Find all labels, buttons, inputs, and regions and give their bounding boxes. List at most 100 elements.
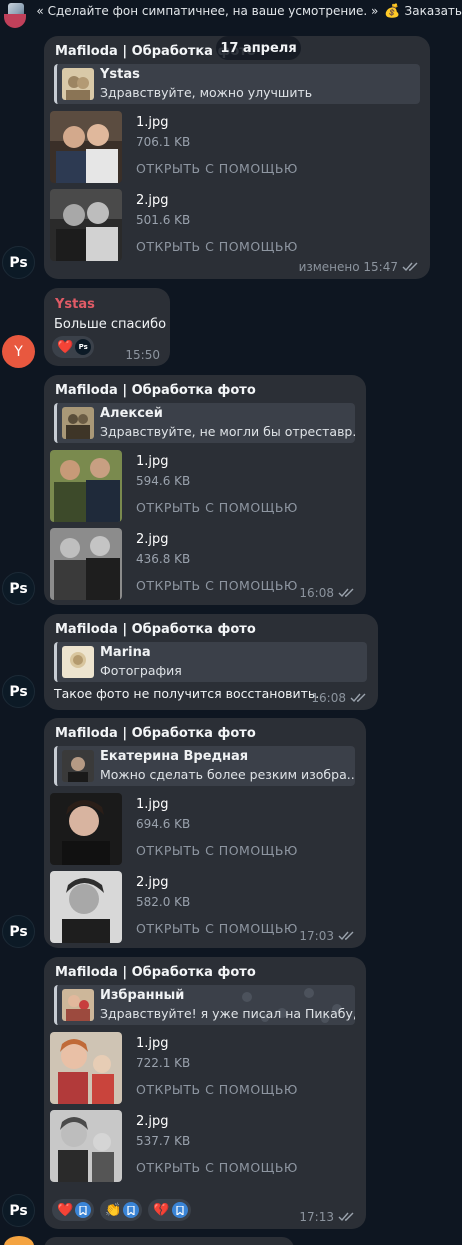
avatar[interactable]: Ps [2, 246, 35, 279]
bookmark-icon [75, 1202, 92, 1218]
file-name: 2.jpg [136, 532, 169, 547]
open-with-button[interactable]: ОТКРЫТЬ С ПОМОЩЬЮ [136, 239, 298, 254]
double-check-icon [338, 588, 354, 598]
bookmark-icon [123, 1202, 140, 1218]
file-thumbnail[interactable] [50, 871, 122, 943]
file-attachment[interactable]: 1.jpg 706.1 KB ОТКРЫТЬ С ПОМОЩЬЮ [50, 111, 350, 183]
avatar[interactable]: Ps [2, 915, 35, 948]
file-size: 706.1 KB [136, 135, 191, 149]
message-bubble[interactable]: Ystas Больше спасибо ❤️ Ps 15:50 [44, 288, 170, 366]
message-text: Такое фото не получится восстановить. [54, 686, 320, 701]
reaction-broken-heart[interactable]: 💔 [148, 1199, 191, 1221]
message-bubble[interactable]: Mafiloda | Обработка фото Екатерина Вред… [44, 718, 366, 948]
file-thumbnail[interactable] [50, 450, 122, 522]
date-separator: 17 апреля [216, 36, 301, 60]
quote-thumbnail [62, 989, 94, 1021]
file-thumbnail[interactable] [50, 1110, 122, 1182]
reply-quote[interactable]: Екатерина Вредная Можно сделать более ре… [54, 746, 355, 786]
avatar[interactable]: Ps [2, 1194, 35, 1227]
message-time: 16:08 [299, 586, 334, 600]
file-size: 436.8 KB [136, 552, 191, 566]
message-time: изменено 15:47 [298, 260, 398, 274]
reaction-heart[interactable]: ❤️ [52, 1199, 95, 1221]
sender-name[interactable]: Ystas [55, 297, 95, 312]
file-thumbnail[interactable] [50, 528, 122, 600]
reactions: ❤️ Ps [52, 336, 95, 358]
bookmark-icon [171, 1202, 188, 1218]
open-with-button[interactable]: ОТКРЫТЬ С ПОМОЩЬЮ [136, 578, 298, 593]
reactor-avatar: Ps [75, 339, 92, 355]
sender-name[interactable]: Mafiloda | Обработка фото [55, 726, 256, 741]
quote-text: Здравствуйте! я уже писал на Пикабу, ... [100, 1006, 355, 1021]
open-with-button[interactable]: ОТКРЫТЬ С ПОМОЩЬЮ [136, 921, 298, 936]
reply-quote[interactable]: Избранный Здравствуйте! я уже писал на П… [54, 985, 355, 1025]
file-attachment[interactable]: 2.jpg 501.6 KB ОТКРЫТЬ С ПОМОЩЬЮ [50, 189, 350, 261]
file-name: 2.jpg [136, 193, 169, 208]
message-text: Больше спасибо [54, 317, 167, 332]
reply-quote[interactable]: Marina Фотография [54, 642, 367, 682]
message-meta: изменено 15:47 [299, 260, 420, 274]
message-bubble[interactable]: Mafiloda | Обработка фото Алексей Здравс… [44, 375, 366, 605]
double-check-icon [338, 931, 354, 941]
file-name: 1.jpg [136, 797, 169, 812]
reply-quote[interactable]: Алексей Здравствуйте, не могли бы отрест… [54, 403, 355, 443]
file-size: 722.1 KB [136, 1056, 191, 1070]
heart-icon: ❤️ [57, 339, 74, 355]
broken-heart-icon: 💔 [153, 1202, 170, 1218]
quote-author: Marina [100, 645, 151, 660]
reaction-heart[interactable]: ❤️ Ps [52, 336, 95, 358]
double-check-icon [338, 1212, 354, 1222]
file-name: 1.jpg [136, 1036, 169, 1051]
open-with-button[interactable]: ОТКРЫТЬ С ПОМОЩЬЮ [136, 1160, 298, 1175]
avatar[interactable]: Ps [2, 675, 35, 708]
quote-text: Можно сделать более резким изобра... [100, 767, 355, 782]
reply-quote[interactable]: Ystas Здравствуйте, можно улучшить [54, 64, 420, 104]
file-name: 2.jpg [136, 1114, 169, 1129]
message-meta: 17:03 [299, 929, 356, 943]
message-time: 17:03 [299, 929, 334, 943]
file-size: 537.7 KB [136, 1134, 191, 1148]
message-time: 16:08 [311, 691, 346, 705]
quote-text: Здравствуйте, можно улучшить [100, 85, 313, 100]
open-with-button[interactable]: ОТКРЫТЬ С ПОМОЩЬЮ [136, 500, 298, 515]
heart-icon: ❤️ [57, 1202, 74, 1218]
file-size: 501.6 KB [136, 213, 191, 227]
file-size: 582.0 KB [136, 895, 191, 909]
sender-name[interactable]: Mafiloda | Обработка фото [55, 965, 256, 980]
partial-avatar [4, 1236, 34, 1245]
reaction-clap[interactable]: 👏 [100, 1199, 143, 1221]
message-bubble[interactable]: Mafiloda | Обработка фото Marina Фотогра… [44, 614, 378, 710]
quote-thumbnail [62, 68, 94, 100]
money-bag-icon: 💰 [384, 3, 401, 19]
message-meta: 16:08 [299, 586, 356, 600]
open-with-button[interactable]: ОТКРЫТЬ С ПОМОЩЬЮ [136, 1082, 298, 1097]
file-attachment[interactable]: 1.jpg 594.6 KB ОТКРЫТЬ С ПОМОЩЬЮ [50, 450, 350, 522]
message-time: 17:13 [299, 1210, 334, 1224]
file-attachment[interactable]: 1.jpg 722.1 KB ОТКРЫТЬ С ПОМОЩЬЮ [50, 1032, 350, 1104]
quote-thumbnail [62, 750, 94, 782]
file-thumbnail[interactable] [50, 1032, 122, 1104]
file-name: 2.jpg [136, 875, 169, 890]
open-with-button[interactable]: ОТКРЫТЬ С ПОМОЩЬЮ [136, 843, 298, 858]
double-check-icon [402, 262, 418, 272]
quote-author: Избранный [100, 988, 185, 1003]
quote-text: Здравствуйте, не могли бы отреставр... [100, 424, 355, 439]
file-attachment[interactable]: 1.jpg 694.6 KB ОТКРЫТЬ С ПОМОЩЬЮ [50, 793, 350, 865]
avatar[interactable]: Y [2, 335, 35, 368]
file-thumbnail[interactable] [50, 111, 122, 183]
sender-name[interactable]: Mafiloda | Обработка фото [55, 622, 256, 637]
avatar[interactable]: Ps [2, 572, 35, 605]
pinned-preview-bar[interactable]: « Сделайте фон симпатичнее, на ваше усмо… [0, 0, 462, 22]
file-thumbnail[interactable] [50, 793, 122, 865]
message-bubble[interactable]: Mafiloda | Обработка фото Ystas Здравств… [44, 36, 430, 279]
quote-author: Ystas [100, 67, 140, 82]
quote-thumbnail [62, 407, 94, 439]
quote-author: Алексей [100, 406, 163, 421]
message-bubble[interactable]: Mafiloda | Обработка фото Избранный Здра… [44, 957, 366, 1229]
file-size: 594.6 KB [136, 474, 191, 488]
file-thumbnail[interactable] [50, 189, 122, 261]
order-link[interactable]: Заказать [405, 4, 462, 18]
open-with-button[interactable]: ОТКРЫТЬ С ПОМОЩЬЮ [136, 161, 298, 176]
file-attachment[interactable]: 2.jpg 537.7 KB ОТКРЫТЬ С ПОМОЩЬЮ [50, 1110, 350, 1182]
sender-name[interactable]: Mafiloda | Обработка фото [55, 383, 256, 398]
